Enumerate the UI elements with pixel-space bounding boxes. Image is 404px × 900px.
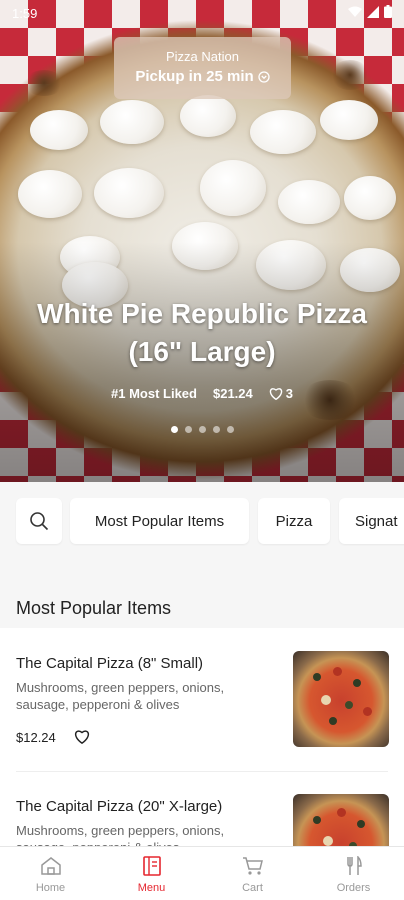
cart-icon	[242, 857, 263, 875]
hero-meta: #1 Most Liked $21.24 3	[0, 386, 404, 401]
hero-banner[interactable]: 1:59 Pizza Nation Pickup in 25 min White…	[0, 0, 404, 482]
wifi-icon	[348, 6, 362, 17]
search-button[interactable]	[16, 498, 62, 544]
item-description: Mushrooms, green peppers, onions, sausag…	[16, 823, 225, 846]
item-price: $12.24	[16, 730, 56, 745]
category-bar: Most Popular Items Pizza Signat	[0, 482, 404, 562]
hero-title-line1: White Pie Republic Pizza	[37, 298, 367, 329]
menu-item-list: The Capital Pizza (8" Small) Mushrooms, …	[0, 628, 404, 846]
battery-icon	[384, 5, 392, 18]
chevron-down-icon	[258, 70, 270, 83]
signal-icon	[367, 5, 379, 18]
item-description: Mushrooms, green peppers, onions, sausag…	[16, 680, 225, 712]
likes-count: 3	[285, 386, 293, 401]
carousel-dot[interactable]	[226, 426, 234, 433]
bottom-nav: Home Menu Cart Orders	[0, 846, 404, 900]
nav-home[interactable]: Home	[0, 847, 101, 900]
category-chip-signature[interactable]: Signat	[339, 498, 404, 544]
store-name: Pizza Nation	[166, 49, 239, 64]
divider	[16, 771, 388, 772]
heart-icon[interactable]	[74, 729, 90, 744]
hero-title-line2: (16" Large)	[128, 336, 276, 367]
carousel-dot[interactable]	[198, 426, 206, 433]
carousel-indicator	[0, 426, 404, 433]
category-chip-pizza[interactable]: Pizza	[258, 498, 330, 544]
carousel-dot[interactable]	[212, 426, 220, 433]
nav-label: Menu	[137, 882, 166, 894]
hero-price: $21.24	[212, 386, 253, 401]
category-chip-most-popular[interactable]: Most Popular Items	[70, 498, 249, 544]
orders-icon	[346, 856, 362, 875]
section-title: Most Popular Items	[16, 598, 172, 618]
nav-label: Orders	[336, 882, 371, 894]
carousel-dot[interactable]	[184, 426, 192, 433]
nav-label: Home	[35, 882, 66, 894]
search-icon	[30, 512, 49, 531]
nav-cart[interactable]: Cart	[202, 847, 303, 900]
home-icon	[40, 857, 61, 875]
nav-menu[interactable]: Menu	[101, 847, 202, 900]
pickup-time: Pickup in 25 min	[135, 68, 254, 85]
status-time: 1:59	[12, 6, 38, 21]
item-image	[293, 651, 389, 747]
hero-likes[interactable]: 3	[269, 386, 293, 401]
most-liked-badge: #1 Most Liked	[111, 386, 197, 401]
nav-orders[interactable]: Orders	[303, 847, 404, 900]
menu-icon	[142, 856, 161, 876]
item-image	[293, 794, 389, 846]
status-bar: 1:59	[0, 0, 404, 26]
hero-title: White Pie Republic Pizza (16" Large)	[0, 295, 404, 371]
nav-label: Cart	[242, 882, 263, 894]
heart-icon	[269, 388, 282, 400]
carousel-dot[interactable]	[170, 426, 178, 433]
pickup-card[interactable]: Pizza Nation Pickup in 25 min	[114, 37, 291, 99]
item-name: The Capital Pizza (8" Small)	[16, 655, 204, 672]
item-name: The Capital Pizza (20" X-large)	[16, 798, 223, 815]
